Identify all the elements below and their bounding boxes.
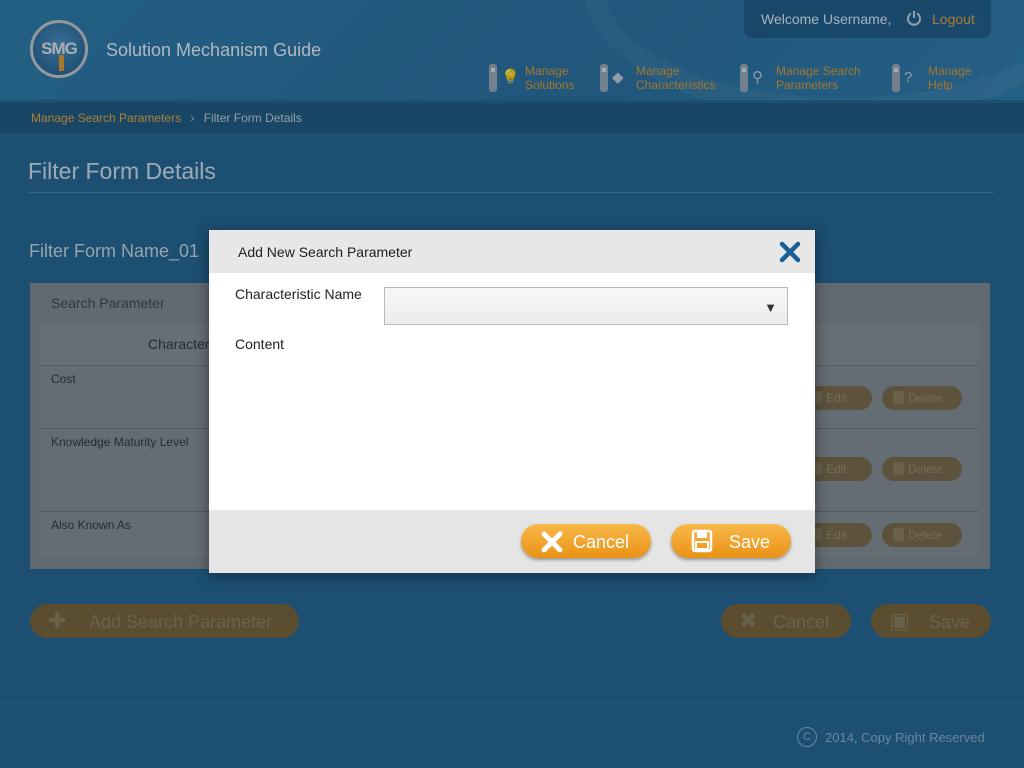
close-icon[interactable] [778,240,802,264]
dialog-header: Add New Search Parameter [209,230,815,273]
dropdown-arrow-icon: ▼ [764,300,777,315]
dialog-cancel-button[interactable]: Cancel [521,524,651,558]
cancel-x-icon [541,531,563,553]
dialog-cancel-label: Cancel [573,532,630,552]
characteristic-name-select[interactable]: ▼ [384,287,788,325]
characteristic-name-label: Characteristic Name [235,286,362,302]
dialog-footer: Cancel Save [209,510,815,573]
dialog-save-button[interactable]: Save [671,524,791,558]
save-disk-icon [691,529,713,553]
content-label: Content [235,336,285,352]
dialog-title: Add New Search Parameter [238,244,413,260]
add-search-parameter-dialog: Add New Search Parameter Characteristic … [209,230,815,573]
dialog-save-label: Save [729,532,771,552]
